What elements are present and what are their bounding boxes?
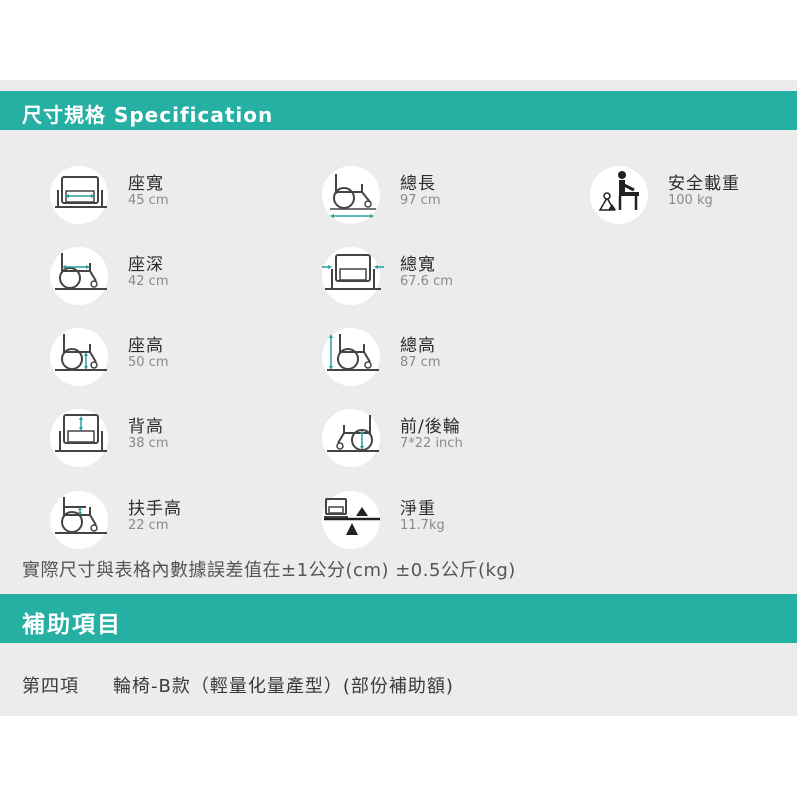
- seat-width-icon: [50, 166, 108, 224]
- spec-item-total-length: 總長 97 cm: [322, 166, 572, 232]
- spec-value: 38 cm: [128, 436, 169, 451]
- spec-label: 總長: [400, 174, 436, 194]
- spec-item-wheels: 前/後輪 7*22 inch: [322, 409, 572, 475]
- back-height-icon: [50, 409, 108, 467]
- spec-value: 22 cm: [128, 518, 169, 533]
- spec-value: 50 cm: [128, 355, 169, 370]
- spec-item-seat-width: 座寬 45 cm: [50, 166, 300, 232]
- spec-label: 座高: [128, 336, 164, 356]
- spec-label: 總寬: [400, 255, 436, 275]
- wheels-icon: [322, 409, 380, 467]
- total-width-icon: [322, 247, 384, 305]
- spec-label: 扶手高: [128, 499, 182, 519]
- spec-value: 87 cm: [400, 355, 441, 370]
- spec-item-net-weight: 淨重 11.7kg: [322, 491, 572, 557]
- armrest-height-icon: [50, 491, 108, 549]
- spec-label: 座深: [128, 255, 164, 275]
- spec-item-safe-load: 安全載重 100 kg: [590, 166, 797, 232]
- total-length-icon: [322, 166, 380, 224]
- safe-load-icon: [590, 166, 648, 224]
- subsidy-item-number: 第四項: [22, 676, 79, 697]
- spec-label: 前/後輪: [400, 417, 461, 437]
- spec-label: 座寬: [128, 174, 164, 194]
- seat-depth-icon: [50, 247, 108, 305]
- spec-header-bar: 尺寸規格 Specification: [0, 91, 797, 130]
- spec-label: 背高: [128, 417, 164, 437]
- tolerance-note: 實際尺寸與表格內數據誤差值在±1公分(cm) ±0.5公斤(kg): [22, 560, 516, 581]
- spec-item-total-height: 總高 87 cm: [322, 328, 572, 394]
- subsidy-header-bar: 補助項目: [0, 594, 797, 643]
- spec-value: 100 kg: [668, 193, 713, 208]
- subsidy-item-description: 輪椅-B款（輕量化量產型）(部份補助額): [113, 676, 454, 697]
- spec-value: 97 cm: [400, 193, 441, 208]
- spec-value: 67.6 cm: [400, 274, 453, 289]
- spec-value: 42 cm: [128, 274, 169, 289]
- spec-section-title: 尺寸規格 Specification: [22, 103, 274, 127]
- spec-value: 11.7kg: [400, 518, 445, 533]
- subsidy-section-title: 補助項目: [22, 612, 122, 638]
- net-weight-icon: [322, 491, 380, 549]
- spec-item-back-height: 背高 38 cm: [50, 409, 300, 475]
- spec-value: 45 cm: [128, 193, 169, 208]
- seat-height-icon: [50, 328, 108, 386]
- spec-label: 安全載重: [668, 174, 740, 194]
- spec-item-total-width: 總寬 67.6 cm: [322, 247, 572, 313]
- spec-value: 7*22 inch: [400, 436, 463, 451]
- spec-label: 淨重: [400, 499, 436, 519]
- spec-label: 總高: [400, 336, 436, 356]
- total-height-icon: [322, 328, 380, 386]
- spec-item-seat-depth: 座深 42 cm: [50, 247, 300, 313]
- spec-item-seat-height: 座高 50 cm: [50, 328, 300, 394]
- spec-item-armrest-height: 扶手高 22 cm: [50, 491, 300, 557]
